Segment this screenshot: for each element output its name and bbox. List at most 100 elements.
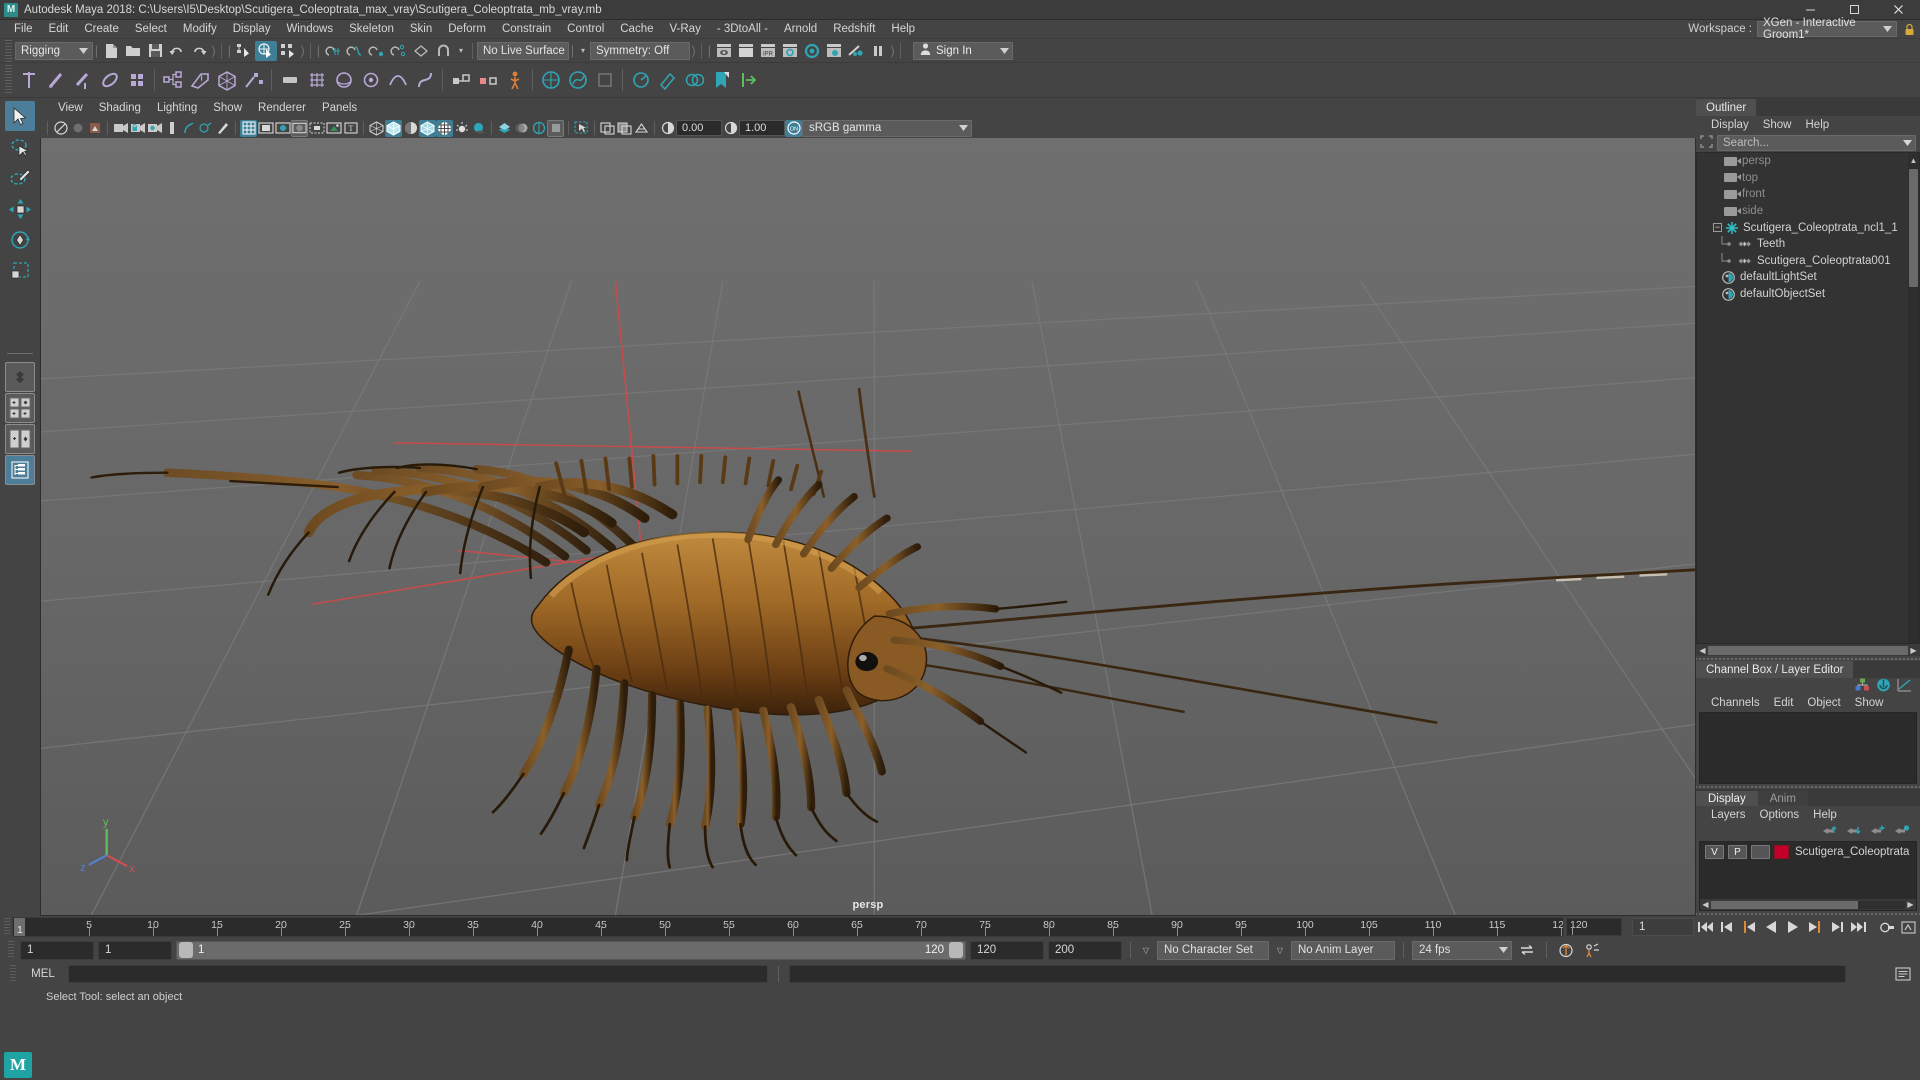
playback-start-time-field[interactable]: 1 [98, 940, 172, 960]
channelbox-content-area[interactable] [1699, 712, 1917, 784]
bind-skin-button[interactable] [123, 65, 150, 95]
scroll-right-icon[interactable]: ▶ [1908, 645, 1919, 655]
channelbox-menu-show[interactable]: Show [1848, 697, 1891, 709]
time-slider-grip[interactable] [4, 918, 10, 936]
xray-active-components-icon[interactable] [616, 120, 633, 137]
menu-create[interactable]: Create [76, 20, 127, 38]
snap-to-grid-button[interactable] [322, 41, 344, 61]
redo-previous-render-button[interactable] [735, 41, 757, 61]
panel-splitter[interactable] [1696, 911, 1920, 916]
select-by-object-button[interactable] [255, 40, 277, 61]
lock-icon[interactable] [1902, 22, 1916, 36]
command-line-grip[interactable] [10, 965, 16, 983]
camera-attributes-icon[interactable] [86, 120, 103, 137]
four-view-layout-button[interactable] [5, 393, 35, 423]
move-layer-down-icon[interactable] [1846, 824, 1862, 840]
channel-box-icon[interactable] [1855, 678, 1870, 695]
shelf-grip[interactable] [5, 65, 12, 95]
layer-row[interactable]: V P Scutigera_Coleoptrata [1700, 842, 1916, 860]
render-current-frame-button[interactable] [713, 41, 735, 61]
image-plane-icon[interactable] [163, 120, 180, 137]
film-gate-icon[interactable] [257, 120, 274, 137]
outliner-item-default-light-set[interactable]: defaultLightSet [1697, 269, 1919, 286]
play-backwards-button[interactable] [1760, 917, 1782, 937]
use-default-lighting-icon[interactable] [453, 120, 470, 137]
snap-to-curve-button[interactable] [344, 41, 366, 61]
menu-modify[interactable]: Modify [175, 20, 225, 38]
exposure-reset-icon[interactable] [659, 120, 676, 137]
menu-skin[interactable]: Skin [402, 20, 440, 38]
menu-deform[interactable]: Deform [440, 20, 494, 38]
new-scene-button[interactable] [100, 41, 122, 61]
live-surface-field[interactable]: No Live Surface [477, 41, 569, 60]
cluster-deformer-button[interactable] [357, 65, 384, 95]
create-layer-from-selected-icon[interactable] [1894, 824, 1910, 840]
tab-channel-box-layer-editor[interactable]: Channel Box / Layer Editor [1696, 661, 1854, 678]
select-tool-button[interactable] [5, 101, 35, 131]
symmetry-caret[interactable]: ▾ [576, 42, 590, 60]
step-forward-button[interactable] [1826, 917, 1848, 937]
color-management-toggle-icon[interactable]: ON [785, 119, 802, 137]
xray-joints-icon[interactable] [325, 120, 342, 137]
hypergraph-hierarchy-button[interactable] [159, 65, 186, 95]
shape-editor-button[interactable] [654, 65, 681, 95]
menu-help[interactable]: Help [883, 20, 923, 38]
grid-toggle-icon[interactable] [240, 119, 257, 137]
animation-start-time-field[interactable]: 1 [20, 940, 94, 960]
layer-shading-toggle[interactable] [1751, 845, 1770, 859]
skeleton-preset-a-button[interactable] [537, 65, 564, 95]
xray-mode-icon[interactable] [599, 120, 616, 137]
channelbox-menu-object[interactable]: Object [1800, 697, 1847, 709]
viewport-menu-show[interactable]: Show [205, 99, 250, 117]
range-slider-bar[interactable]: 1 120 [176, 940, 966, 960]
joint-tool-button[interactable] [15, 65, 42, 95]
perspective-viewport[interactable]: y x z persp [40, 138, 1696, 916]
camera-settings-icon[interactable] [146, 120, 163, 137]
command-response-field[interactable] [789, 965, 1846, 983]
grease-pencil-icon[interactable] [197, 120, 214, 137]
snap-options-caret[interactable]: ▾ [454, 42, 468, 60]
outliner-item-group[interactable]: − Scutigera_Coleoptrata_ncl1_1 [1697, 219, 1919, 236]
fps-select[interactable]: 24 fps [1412, 940, 1512, 960]
outliner-search-input[interactable]: Search... [1717, 134, 1916, 151]
scale-tool-button[interactable] [5, 256, 35, 286]
open-scene-button[interactable] [122, 41, 144, 61]
range-end-handle[interactable] [949, 942, 963, 958]
nonlinear-deformer-button[interactable] [411, 65, 438, 95]
screen-space-ao-icon[interactable] [496, 120, 513, 137]
ipr-render-button[interactable]: IPR [757, 41, 779, 61]
current-frame-field[interactable]: 1 [1632, 918, 1694, 936]
selection-frame-icon[interactable] [1700, 134, 1713, 151]
pause-button[interactable] [867, 41, 889, 61]
rotate-tool-button[interactable] [5, 225, 35, 255]
menu-redshift[interactable]: Redshift [825, 20, 883, 38]
multisample-aa-icon[interactable] [530, 120, 547, 137]
menu-select[interactable]: Select [127, 20, 175, 38]
quick-rig-button[interactable] [276, 65, 303, 95]
time-cursor[interactable]: 1 [14, 918, 25, 936]
channelbox-menu-channels[interactable]: Channels [1704, 697, 1767, 709]
graph-editor-icon[interactable] [1897, 678, 1912, 695]
scroll-track[interactable] [1711, 900, 1905, 909]
lattice-deformer-button[interactable] [303, 65, 330, 95]
menu-display[interactable]: Display [225, 20, 279, 38]
smooth-bind-button[interactable] [213, 65, 240, 95]
script-editor-button[interactable] [1892, 964, 1914, 984]
viewport-menu-view[interactable]: View [50, 99, 91, 117]
auto-keyframe-button[interactable] [1876, 917, 1898, 937]
undo-button[interactable] [166, 41, 188, 61]
layer-color-swatch[interactable] [1774, 845, 1789, 859]
menu-3dtoall[interactable]: - 3DtoAll - [709, 20, 776, 38]
menu-control[interactable]: Control [559, 20, 612, 38]
viewport-menu-shading[interactable]: Shading [91, 99, 149, 117]
range-start-handle[interactable] [179, 942, 193, 958]
outliner-menu-show[interactable]: Show [1756, 119, 1799, 131]
paint-select-tool-button[interactable] [5, 163, 35, 193]
outliner-item-side[interactable]: side [1697, 203, 1919, 220]
scroll-left-icon[interactable]: ◀ [1697, 645, 1708, 655]
exposure-field[interactable]: 0.00 [676, 120, 722, 136]
blend-shape-button[interactable] [681, 65, 708, 95]
menu-edit[interactable]: Edit [41, 20, 77, 38]
outliner-tree[interactable]: persp top front side − Scutigera_Coleopt… [1696, 152, 1920, 644]
lasso-select-tool-button[interactable] [5, 132, 35, 162]
